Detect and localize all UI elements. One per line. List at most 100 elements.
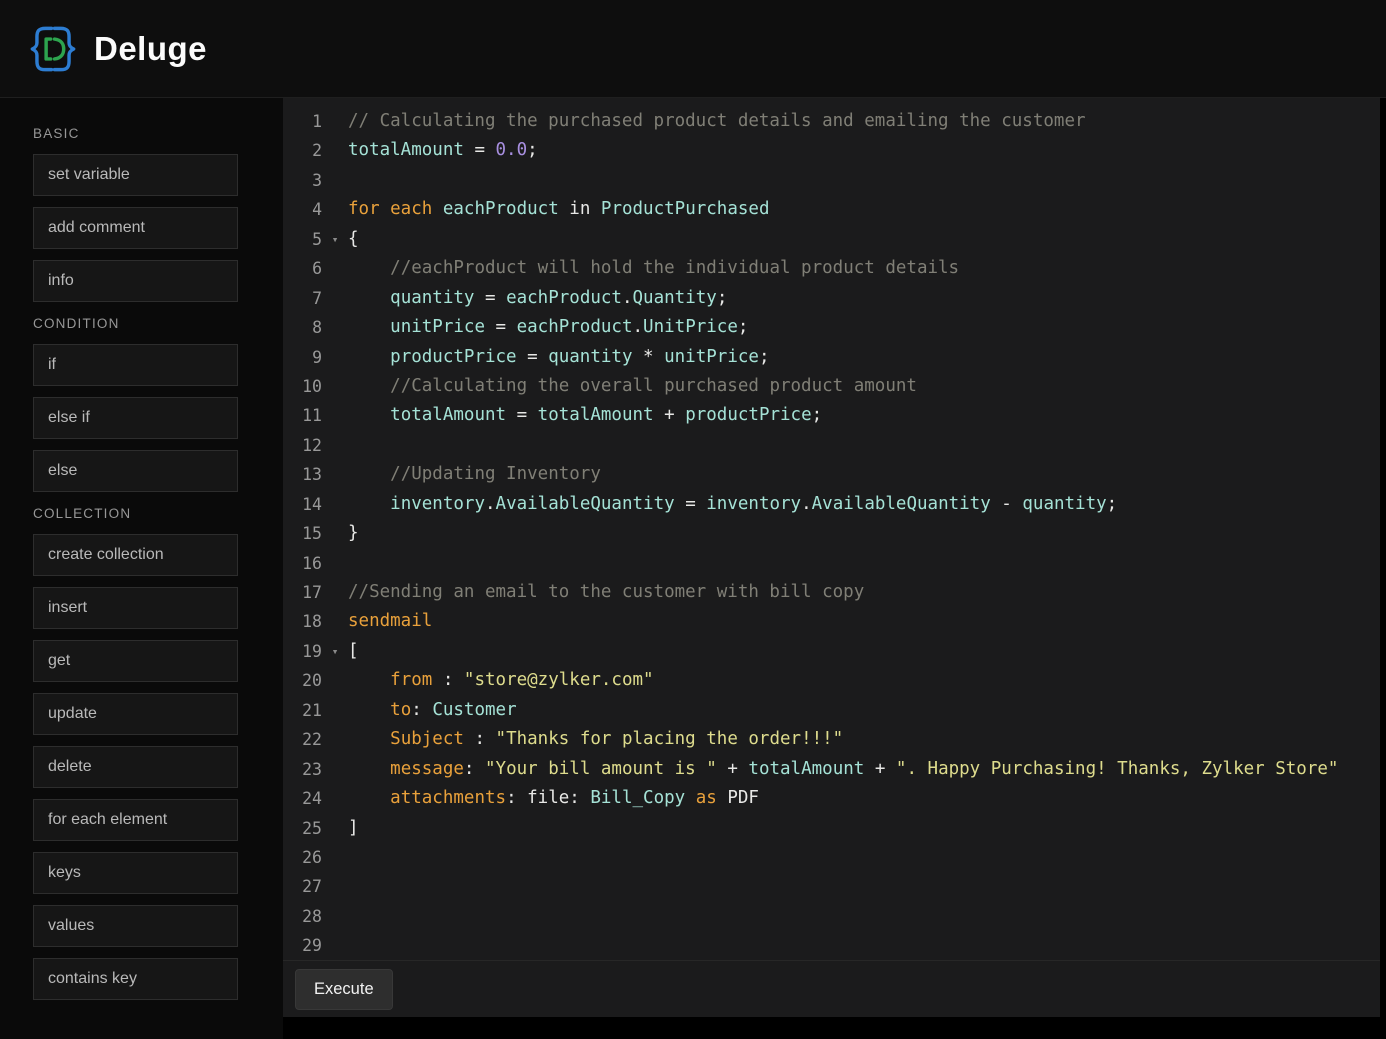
line-number: 13: [283, 460, 322, 489]
token-plain: PDF: [717, 788, 759, 808]
code-line[interactable]: 16: [283, 549, 1380, 578]
editor-panel: 1// Calculating the purchased product de…: [283, 98, 1380, 1017]
sidebar-item-insert[interactable]: insert: [33, 587, 238, 629]
token-plain: +: [864, 759, 896, 779]
sidebar-item-else-if[interactable]: else if: [33, 397, 238, 439]
line-number: 18: [283, 607, 322, 636]
sidebar-item-create-collection[interactable]: create collection: [33, 534, 238, 576]
line-number: 3: [283, 166, 322, 195]
execute-button[interactable]: Execute: [295, 969, 393, 1010]
code-line[interactable]: 7 quantity = eachProduct.Quantity;: [283, 284, 1380, 313]
code-line[interactable]: 2totalAmount = 0.0;: [283, 136, 1380, 165]
token-variable: Quantity: [633, 288, 717, 308]
fold-gutter: [322, 460, 348, 489]
token-plain: ;: [738, 317, 749, 337]
token-plain: +: [654, 405, 686, 425]
token-plain: ;: [527, 140, 538, 160]
token-keyword: to: [390, 700, 411, 720]
token-variable: Bill_Copy: [590, 788, 685, 808]
fold-gutter: [322, 902, 348, 931]
sidebar-item-if[interactable]: if: [33, 344, 238, 386]
sidebar-item-add-comment[interactable]: add comment: [33, 207, 238, 249]
code-line[interactable]: 25]: [283, 814, 1380, 843]
fold-gutter: [322, 666, 348, 695]
token-plain: :: [411, 700, 432, 720]
code-line[interactable]: 15}: [283, 519, 1380, 548]
line-number: 27: [283, 872, 322, 901]
code-line[interactable]: 24 attachments: file: Bill_Copy as PDF: [283, 784, 1380, 813]
code-line[interactable]: 1// Calculating the purchased product de…: [283, 107, 1380, 136]
sidebar-item-set-variable[interactable]: set variable: [33, 154, 238, 196]
token-plain: [348, 670, 390, 690]
code-text: attachments: file: Bill_Copy as PDF: [348, 784, 1380, 813]
code-text: [348, 166, 1380, 195]
code-line[interactable]: 19▾[: [283, 637, 1380, 666]
code-text: [348, 872, 1380, 901]
code-line[interactable]: 6 //eachProduct will hold the individual…: [283, 254, 1380, 283]
fold-gutter: [322, 784, 348, 813]
code-line[interactable]: 14 inventory.AvailableQuantity = invento…: [283, 490, 1380, 519]
sidebar-item-info[interactable]: info: [33, 260, 238, 302]
fold-gutter: [322, 343, 348, 372]
sidebar-item-delete[interactable]: delete: [33, 746, 238, 788]
sidebar-item-keys[interactable]: keys: [33, 852, 238, 894]
code-line[interactable]: 3: [283, 166, 1380, 195]
code-text: from : "store@zylker.com": [348, 666, 1380, 695]
token-plain: .: [801, 494, 812, 514]
code-line[interactable]: 26: [283, 843, 1380, 872]
code-text: {: [348, 225, 1380, 254]
fold-arrow-icon[interactable]: ▾: [322, 637, 348, 666]
sidebar-item-values[interactable]: values: [33, 905, 238, 947]
sidebar-item-else[interactable]: else: [33, 450, 238, 492]
token-plain: :: [464, 759, 485, 779]
code-line[interactable]: 27: [283, 872, 1380, 901]
token-plain: [348, 258, 390, 278]
code-text: for each eachProduct in ProductPurchased: [348, 195, 1380, 224]
app-title: Deluge: [94, 30, 207, 68]
sidebar-item-for-each-element[interactable]: for each element: [33, 799, 238, 841]
code-line[interactable]: 8 unitPrice = eachProduct.UnitPrice;: [283, 313, 1380, 342]
sidebar-item-update[interactable]: update: [33, 693, 238, 735]
line-number: 29: [283, 931, 322, 960]
fold-gutter: [322, 107, 348, 136]
sidebar-item-contains-key[interactable]: contains key: [33, 958, 238, 1000]
code-line[interactable]: 22 Subject : "Thanks for placing the ord…: [283, 725, 1380, 754]
code-line[interactable]: 5▾{: [283, 225, 1380, 254]
line-number: 19: [283, 637, 322, 666]
sidebar-item-get[interactable]: get: [33, 640, 238, 682]
code-editor[interactable]: 1// Calculating the purchased product de…: [283, 98, 1380, 960]
code-line[interactable]: 29: [283, 931, 1380, 960]
line-number: 21: [283, 696, 322, 725]
code-line[interactable]: 11 totalAmount = totalAmount + productPr…: [283, 401, 1380, 430]
token-plain: :: [432, 670, 464, 690]
code-line[interactable]: 9 productPrice = quantity * unitPrice;: [283, 343, 1380, 372]
code-line[interactable]: 28: [283, 902, 1380, 931]
fold-gutter: [322, 549, 348, 578]
code-line[interactable]: 18sendmail: [283, 607, 1380, 636]
line-number: 15: [283, 519, 322, 548]
code-line[interactable]: 23 message: "Your bill amount is " + tot…: [283, 755, 1380, 784]
token-variable: Customer: [432, 700, 516, 720]
fold-gutter: [322, 696, 348, 725]
token-variable: UnitPrice: [643, 317, 738, 337]
line-number: 28: [283, 902, 322, 931]
code-line[interactable]: 20 from : "store@zylker.com": [283, 666, 1380, 695]
token-plain: =: [474, 288, 506, 308]
line-number: 12: [283, 431, 322, 460]
token-comment: //Sending an email to the customer with …: [348, 582, 864, 602]
code-line[interactable]: 13 //Updating Inventory: [283, 460, 1380, 489]
code-line[interactable]: 4for each eachProduct in ProductPurchase…: [283, 195, 1380, 224]
token-plain: .: [633, 317, 644, 337]
fold-arrow-icon[interactable]: ▾: [322, 225, 348, 254]
code-line[interactable]: 21 to: Customer: [283, 696, 1380, 725]
code-line[interactable]: 12: [283, 431, 1380, 460]
code-text: Subject : "Thanks for placing the order!…: [348, 725, 1380, 754]
code-line[interactable]: 17//Sending an email to the customer wit…: [283, 578, 1380, 607]
token-comment: // Calculating the purchased product det…: [348, 111, 1086, 131]
code-text: ]: [348, 814, 1380, 843]
code-text: //Calculating the overall purchased prod…: [348, 372, 1380, 401]
code-line[interactable]: 10 //Calculating the overall purchased p…: [283, 372, 1380, 401]
fold-gutter: [322, 931, 348, 960]
fold-gutter: [322, 725, 348, 754]
line-number: 23: [283, 755, 322, 784]
